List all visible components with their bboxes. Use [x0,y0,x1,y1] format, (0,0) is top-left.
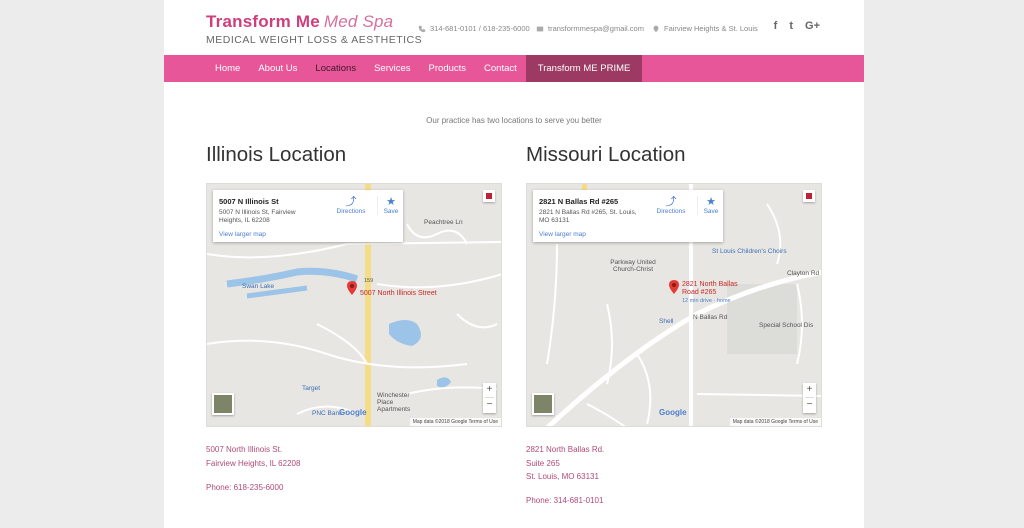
nav-locations[interactable]: Locations [306,55,365,82]
nav-home[interactable]: Home [206,55,249,82]
brand-tagline: MEDICAL WEIGHT LOSS & AESTHETICS [206,34,423,46]
parkway-label: Parkway United Church-Christ [610,259,656,273]
illinois-title: Illinois Location [206,143,347,166]
directions-button[interactable]: ⤴ Directions [653,196,689,215]
facebook-icon[interactable]: f [774,20,778,32]
save-label: Save [703,208,719,215]
contact-phones[interactable]: 314-681-0101 / 618-235-6000 [418,24,530,33]
missouri-address: 2821 North Ballas Rd. Suite 265 St. Loui… [526,443,604,484]
swan-lake-label: Swan Lake [242,283,275,290]
missouri-map-pin[interactable] [669,280,679,294]
directions-icon: ⤴ [665,196,677,208]
ballas-label: N Ballas Rd [693,314,728,321]
google-logo: Google [339,408,367,417]
place-name: 2821 N Ballas Rd #265 [539,197,619,206]
missouri-phone[interactable]: Phone: 314-681-0101 [526,496,603,505]
page-subtitle: Our practice has two locations to serve … [426,116,602,125]
address-line: Fairview Heights, IL 62208 [206,458,301,468]
twitter-icon[interactable]: t [789,20,793,32]
directions-label: Directions [656,208,686,215]
zoom-controls: + − [803,383,816,413]
peachtree-label: Peachtree Ln [424,219,463,226]
contact-locations: Fairview Heights & St. Louis [652,24,758,33]
brand-name: Transform Me [206,12,320,31]
missouri-map[interactable]: St Louis Children's Choirs Parkway Unite… [526,183,822,427]
star-icon: ★ [386,196,396,208]
illinois-info-card: 5007 N Illinois St 5007 N Illinois St, F… [213,190,403,242]
zoom-out-button[interactable]: − [803,398,816,412]
target-label: Target [302,385,321,392]
zoom-out-button[interactable]: − [483,398,496,412]
social-links: f t G+ [774,20,820,32]
fullscreen-button[interactable] [803,190,815,202]
missouri-pin-label: 2821 North Ballas Road #265 12 min drive… [682,281,742,305]
nav-about-us[interactable]: About Us [249,55,306,82]
nav-transform-me-prime[interactable]: Transform ME PRIME [525,55,643,82]
missouri-title: Missouri Location [526,143,686,166]
satellite-thumbnail[interactable] [532,393,554,415]
directions-label: Directions [336,208,366,215]
save-button[interactable]: ★ Save [377,196,404,215]
address-line: St. Louis, MO 63131 [526,472,599,481]
illinois-map[interactable]: Swan Lake Peachtree Ln 159 Target PNC Ba… [206,183,502,427]
view-larger-map-link[interactable]: View larger map [539,231,586,238]
map-attribution[interactable]: Map data ©2018 Google Terms of Use [409,418,501,426]
google-logo: Google [659,408,687,417]
illinois-phone[interactable]: Phone: 618-235-6000 [206,483,283,492]
phones-text: 314-681-0101 / 618-235-6000 [430,24,530,33]
star-icon: ★ [706,196,716,208]
missouri-pin-name: 2821 North Ballas Road #265 [682,281,738,296]
map-attribution[interactable]: Map data ©2018 Google Terms of Use [729,418,821,426]
zoom-in-button[interactable]: + [803,383,816,397]
save-label: Save [383,208,399,215]
pnc-bank-label: PNC Bank [312,410,343,417]
locations-text: Fairview Heights & St. Louis [664,24,758,33]
nav-contact[interactable]: Contact [475,55,526,82]
choirs-label: St Louis Children's Choirs [712,248,787,255]
brand-name-italic: Med Spa [323,12,394,31]
place-address: 2821 N Ballas Rd #265, St. Louis, MO 631… [539,209,637,224]
brand-logo[interactable]: Transform Me Med Spa MEDICAL WEIGHT LOSS … [206,12,422,46]
address-line: 2821 North Ballas Rd. [526,445,605,454]
email-icon [536,26,544,31]
contact-email[interactable]: transformmespa@gmail.com [536,24,644,33]
winchester-label: Winchester Place Apartments [377,392,411,413]
shell-label: Shell [659,318,674,325]
page: Transform Me Med Spa MEDICAL WEIGHT LOSS … [164,0,864,528]
fullscreen-button[interactable] [483,190,495,202]
nav-products[interactable]: Products [420,55,476,82]
main-nav: Home About Us Locations Services Product… [164,55,864,82]
google-plus-icon[interactable]: G+ [805,20,820,32]
satellite-thumbnail[interactable] [212,393,234,415]
save-button[interactable]: ★ Save [697,196,724,215]
view-larger-map-link[interactable]: View larger map [219,231,266,238]
illinois-pin-label: 5007 North Illinois Street [360,290,437,297]
route-shield: 159 [364,278,374,284]
illinois-map-pin[interactable] [347,281,357,295]
place-name: 5007 N Illinois St [219,197,279,206]
nav-services[interactable]: Services [365,55,419,82]
address-line: 5007 North Illinois St. [206,445,283,454]
clayton-label: Clayton Rd [787,270,820,277]
address-line: Suite 265 [526,458,560,468]
missouri-info-card: 2821 N Ballas Rd #265 2821 N Ballas Rd #… [533,190,723,242]
zoom-in-button[interactable]: + [483,383,496,397]
missouri-pin-drive: 12 min drive · home [682,298,731,304]
illinois-address: 5007 North Illinois St. Fairview Heights… [206,443,300,470]
zoom-controls: + − [483,383,496,413]
email-text: transformmespa@gmail.com [548,24,644,33]
place-address: 5007 N Illinois St, Fairview Heights, IL… [219,209,296,224]
location-pin-icon [653,25,659,32]
phone-icon [418,25,426,32]
school-label: Special School Dis [759,322,814,329]
directions-icon: ⤴ [345,196,357,208]
directions-button[interactable]: ⤴ Directions [333,196,369,215]
